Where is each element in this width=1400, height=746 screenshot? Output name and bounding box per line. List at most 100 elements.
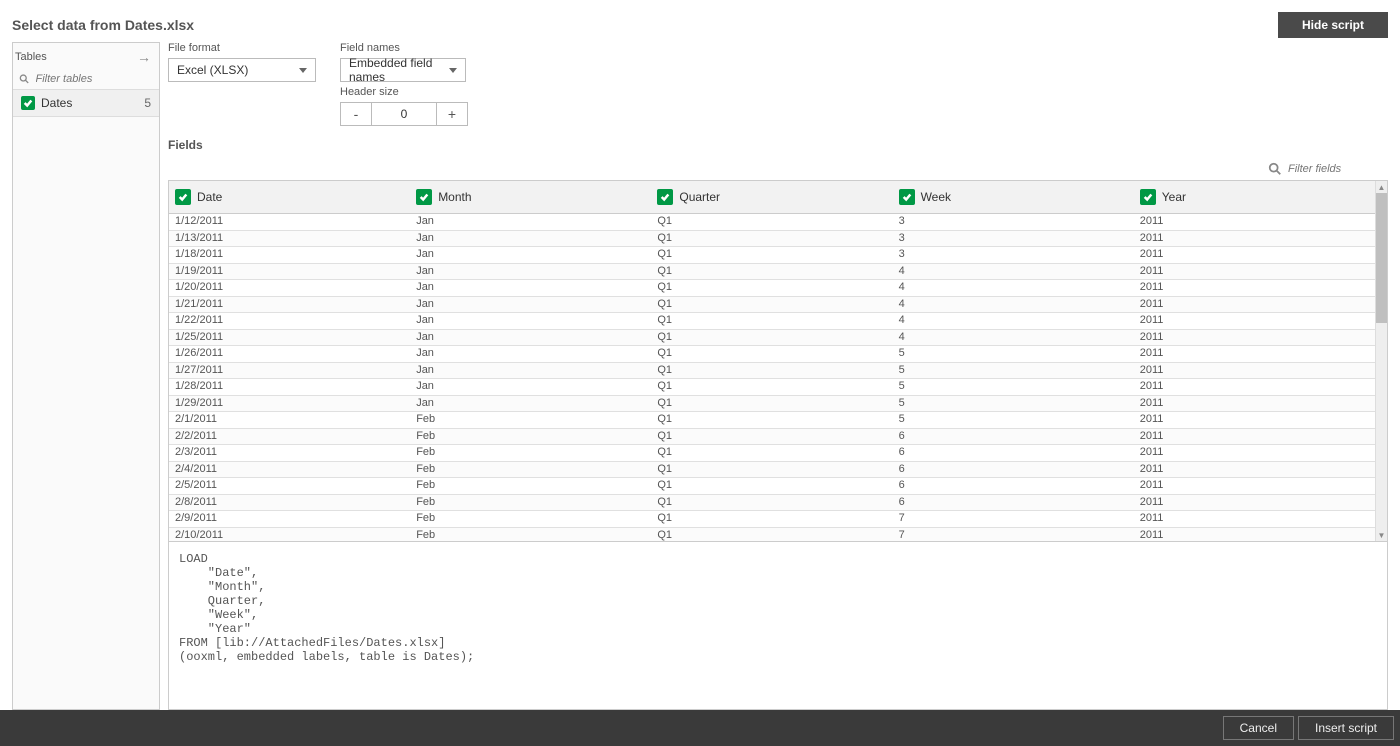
- cell: 2/1/2011: [169, 412, 410, 429]
- cell: Q1: [651, 428, 892, 445]
- field-names-select[interactable]: Embedded field names: [340, 58, 466, 82]
- cell: Q1: [651, 461, 892, 478]
- column-header[interactable]: Week: [893, 181, 1134, 214]
- header-size-value: 0: [372, 102, 436, 126]
- cell: Feb: [410, 478, 651, 495]
- header-size-plus-button[interactable]: +: [436, 102, 468, 126]
- cell: Jan: [410, 362, 651, 379]
- table-row[interactable]: 2/4/2011FebQ162011: [169, 461, 1375, 478]
- tables-sidebar: Tables → Dates 5: [12, 42, 160, 710]
- table-row[interactable]: 1/22/2011JanQ142011: [169, 313, 1375, 330]
- column-header[interactable]: Year: [1134, 181, 1375, 214]
- cell: 2011: [1134, 494, 1375, 511]
- cell: 2011: [1134, 280, 1375, 297]
- table-row[interactable]: 1/26/2011JanQ152011: [169, 346, 1375, 363]
- checkbox-checked-icon[interactable]: [416, 189, 432, 205]
- cell: 2011: [1134, 230, 1375, 247]
- cell: Q1: [651, 280, 892, 297]
- cell: Q1: [651, 313, 892, 330]
- cell: 5: [893, 412, 1134, 429]
- cell: 3: [893, 214, 1134, 231]
- table-row[interactable]: 2/8/2011FebQ162011: [169, 494, 1375, 511]
- fields-filter-input[interactable]: [1288, 163, 1368, 175]
- cell: Q1: [651, 214, 892, 231]
- table-row[interactable]: 1/19/2011JanQ142011: [169, 263, 1375, 280]
- cell: Q1: [651, 230, 892, 247]
- cell: 5: [893, 362, 1134, 379]
- table-row[interactable]: 1/27/2011JanQ152011: [169, 362, 1375, 379]
- cell: 2/5/2011: [169, 478, 410, 495]
- cell: Q1: [651, 263, 892, 280]
- table-row[interactable]: 2/1/2011FebQ152011: [169, 412, 1375, 429]
- cell: 6: [893, 478, 1134, 495]
- column-header[interactable]: Date: [169, 181, 410, 214]
- cell: 4: [893, 280, 1134, 297]
- table-row[interactable]: 2/5/2011FebQ162011: [169, 478, 1375, 495]
- fields-label: Fields: [168, 132, 1388, 156]
- fields-table: DateMonthQuarterWeekYear 1/12/2011JanQ13…: [169, 181, 1375, 541]
- cell: Q1: [651, 395, 892, 412]
- cell: 2011: [1134, 362, 1375, 379]
- table-row[interactable]: 2/3/2011FebQ162011: [169, 445, 1375, 462]
- table-item-dates[interactable]: Dates 5: [13, 89, 159, 117]
- checkbox-checked-icon[interactable]: [21, 96, 35, 110]
- cancel-button[interactable]: Cancel: [1223, 716, 1294, 740]
- table-row[interactable]: 1/18/2011JanQ132011: [169, 247, 1375, 264]
- hide-script-button[interactable]: Hide script: [1278, 12, 1388, 38]
- file-format-label: File format: [168, 42, 316, 54]
- file-format-select[interactable]: Excel (XLSX): [168, 58, 316, 82]
- table-row[interactable]: 2/2/2011FebQ162011: [169, 428, 1375, 445]
- table-row[interactable]: 1/12/2011JanQ132011: [169, 214, 1375, 231]
- cell: 2/4/2011: [169, 461, 410, 478]
- checkbox-checked-icon[interactable]: [899, 189, 915, 205]
- column-header[interactable]: Month: [410, 181, 651, 214]
- cell: 2/2/2011: [169, 428, 410, 445]
- cell: 2011: [1134, 214, 1375, 231]
- search-icon: [19, 73, 30, 85]
- cell: 4: [893, 263, 1134, 280]
- cell: Jan: [410, 214, 651, 231]
- cell: Q1: [651, 362, 892, 379]
- insert-script-button[interactable]: Insert script: [1298, 716, 1394, 740]
- checkbox-checked-icon[interactable]: [175, 189, 191, 205]
- cell: Q1: [651, 478, 892, 495]
- table-row[interactable]: 1/21/2011JanQ142011: [169, 296, 1375, 313]
- cell: Jan: [410, 313, 651, 330]
- cell: 1/29/2011: [169, 395, 410, 412]
- footer-bar: Cancel Insert script: [0, 710, 1400, 746]
- table-row[interactable]: 1/13/2011JanQ132011: [169, 230, 1375, 247]
- cell: 6: [893, 461, 1134, 478]
- arrow-right-icon[interactable]: →: [137, 49, 151, 65]
- column-header[interactable]: Quarter: [651, 181, 892, 214]
- cell: 2011: [1134, 395, 1375, 412]
- cell: 2011: [1134, 329, 1375, 346]
- cell: 1/21/2011: [169, 296, 410, 313]
- column-label: Date: [197, 190, 222, 204]
- checkbox-checked-icon[interactable]: [657, 189, 673, 205]
- table-item-label: Dates: [41, 96, 138, 110]
- tables-filter[interactable]: [13, 69, 159, 89]
- cell: 7: [893, 527, 1134, 541]
- column-label: Week: [921, 190, 951, 204]
- table-row[interactable]: 1/29/2011JanQ152011: [169, 395, 1375, 412]
- scrollbar-thumb[interactable]: [1376, 193, 1387, 323]
- cell: 1/22/2011: [169, 313, 410, 330]
- scroll-down-icon[interactable]: ▼: [1376, 529, 1387, 541]
- table-row[interactable]: 1/25/2011JanQ142011: [169, 329, 1375, 346]
- cell: Q1: [651, 379, 892, 396]
- table-row[interactable]: 1/28/2011JanQ152011: [169, 379, 1375, 396]
- cell: Q1: [651, 494, 892, 511]
- table-row[interactable]: 2/9/2011FebQ172011: [169, 511, 1375, 528]
- cell: Jan: [410, 296, 651, 313]
- cell: 1/18/2011: [169, 247, 410, 264]
- tables-filter-input[interactable]: [36, 73, 153, 85]
- table-row[interactable]: 2/10/2011FebQ172011: [169, 527, 1375, 541]
- cell: 2011: [1134, 247, 1375, 264]
- vertical-scrollbar[interactable]: ▲ ▼: [1375, 181, 1387, 541]
- script-preview: LOAD "Date", "Month", Quarter, "Week", "…: [168, 542, 1388, 710]
- table-row[interactable]: 1/20/2011JanQ142011: [169, 280, 1375, 297]
- checkbox-checked-icon[interactable]: [1140, 189, 1156, 205]
- scroll-up-icon[interactable]: ▲: [1376, 181, 1387, 193]
- header-size-minus-button[interactable]: -: [340, 102, 372, 126]
- cell: 1/13/2011: [169, 230, 410, 247]
